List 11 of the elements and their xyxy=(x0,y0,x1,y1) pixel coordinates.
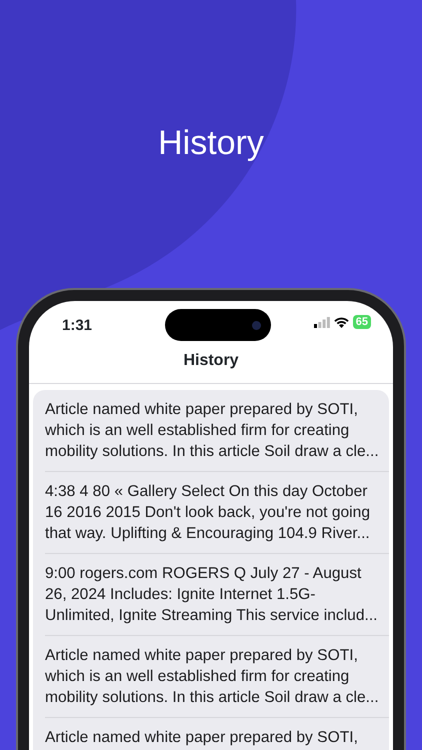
history-item[interactable]: Article named white paper prepared by SOTI, which is an well established firm for creating mobility solutions. In this article Soil draw a cle... xyxy=(45,636,389,718)
history-item[interactable]: 4:38 4 80 « Gallery Select On this day October 16 2016 2015 Don't look back, you're not going that way. Uplifting & Encouraging 104.9 River... xyxy=(45,472,389,554)
history-item[interactable]: Article named white paper prepared by SOTI, which is an well established firm for creating mobility solutions. In this article Soil draw a cle... xyxy=(45,390,389,472)
wifi-icon xyxy=(334,316,349,328)
nav-title: History xyxy=(29,341,393,384)
signal-icon xyxy=(314,316,330,328)
status-time: 1:31 xyxy=(62,316,94,336)
page-heading: History xyxy=(157,123,265,160)
history-item[interactable]: Article named white paper prepared by SOTI, xyxy=(45,718,389,750)
battery-level: 65 xyxy=(352,315,371,329)
history-item[interactable]: 9:00 rogers.com ROGERS Q July 27 - August 26, 2024 Includes: Ignite Internet 1.5G-Unlimited, Ignite Streaming This service includ... xyxy=(45,554,389,636)
